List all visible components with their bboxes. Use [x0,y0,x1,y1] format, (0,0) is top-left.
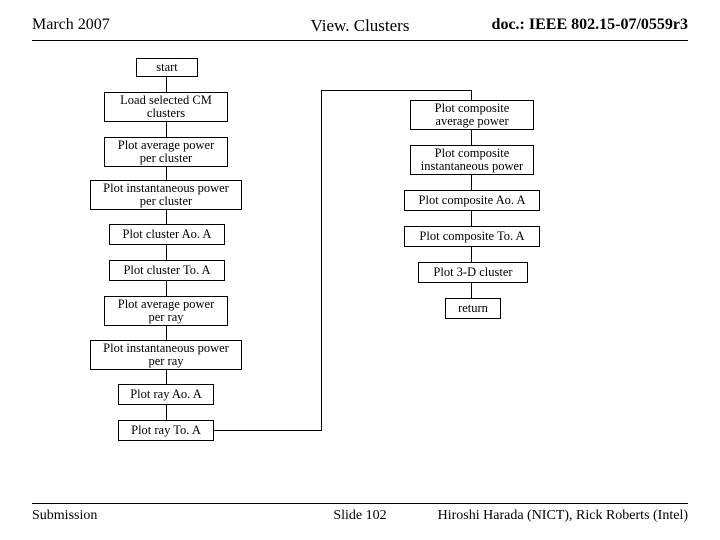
node-cluster-aoa: Plot cluster Ao. A [109,224,225,245]
edge-right-to-compavg [321,90,472,91]
node-return: return [445,298,501,319]
node-ray-aoa: Plot ray Ao. A [118,384,214,405]
node-cluster-toa: Plot cluster To. A [109,260,225,281]
node-comp-avg: Plot composite average power [410,100,534,130]
node-inst-power-cluster: Plot instantaneous power per cluster [90,180,242,210]
node-inst-power-ray: Plot instantaneous power per ray [90,340,242,370]
footer-right: Hiroshi Harada (NICT), Rick Roberts (Int… [438,508,688,524]
edge-left-tail-right [214,430,322,431]
header-rule [32,40,688,41]
slide-page: March 2007 View. Clusters doc.: IEEE 802… [0,0,720,540]
node-load-clusters: Load selected CM clusters [104,92,228,122]
node-ray-toa: Plot ray To. A [118,420,214,441]
node-comp-inst: Plot composite instantaneous power [410,145,534,175]
node-plot-3d: Plot 3-D cluster [418,262,528,283]
footer-rule [32,503,688,504]
node-comp-toa: Plot composite To. A [404,226,540,247]
header-doc: doc.: IEEE 802.15-07/0559r3 [492,16,688,34]
node-avg-power-cluster: Plot average power per cluster [104,137,228,167]
node-avg-power-ray: Plot average power per ray [104,296,228,326]
edge-right-riser [321,90,322,431]
edge-right-into-compavg [471,90,472,100]
node-comp-aoa: Plot composite Ao. A [404,190,540,211]
node-start: start [136,58,198,77]
